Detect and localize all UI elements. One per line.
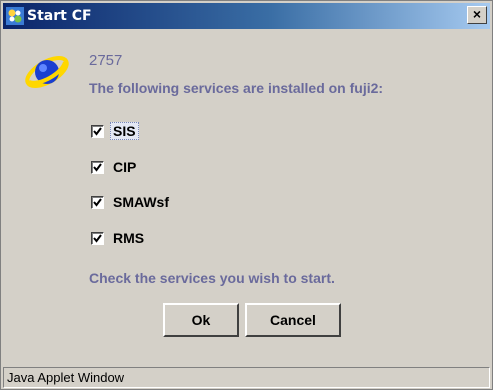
ok-button[interactable]: Ok: [163, 303, 239, 337]
check-icon: [93, 162, 102, 172]
check-icon: [93, 126, 102, 136]
installed-services-heading: The following services are installed on …: [89, 80, 384, 96]
check-icon: [93, 197, 102, 207]
smawsf-checkbox[interactable]: [91, 195, 104, 209]
close-button[interactable]: ×: [467, 6, 487, 24]
window-title: Start CF: [27, 8, 92, 24]
smawsf-label[interactable]: SMAWsf: [110, 193, 172, 211]
instruction-text: Check the services you wish to start.: [89, 270, 335, 286]
cip-label[interactable]: CIP: [110, 158, 139, 176]
sis-label[interactable]: SIS: [110, 122, 139, 140]
check-icon: [93, 233, 102, 243]
cancel-button[interactable]: Cancel: [245, 303, 341, 337]
globe-icon: [23, 51, 71, 93]
close-icon: ×: [472, 6, 482, 22]
cluster-app-icon: [6, 7, 24, 25]
service-count: 2757: [89, 52, 123, 69]
cip-checkbox[interactable]: [91, 160, 104, 174]
title-bar[interactable]: Start CF ×: [3, 3, 490, 29]
sis-checkbox[interactable]: [91, 124, 104, 138]
rms-checkbox[interactable]: [91, 231, 104, 245]
rms-label[interactable]: RMS: [110, 229, 147, 247]
start-cf-dialog: Start CF × 2757 The following services a…: [0, 0, 493, 390]
service-option-rms[interactable]: RMS: [91, 228, 147, 248]
service-option-sis[interactable]: SIS: [91, 121, 139, 141]
service-option-smawsf[interactable]: SMAWsf: [91, 192, 172, 212]
service-option-cip[interactable]: CIP: [91, 157, 139, 177]
applet-warning-bar: Java Applet Window: [3, 367, 490, 388]
